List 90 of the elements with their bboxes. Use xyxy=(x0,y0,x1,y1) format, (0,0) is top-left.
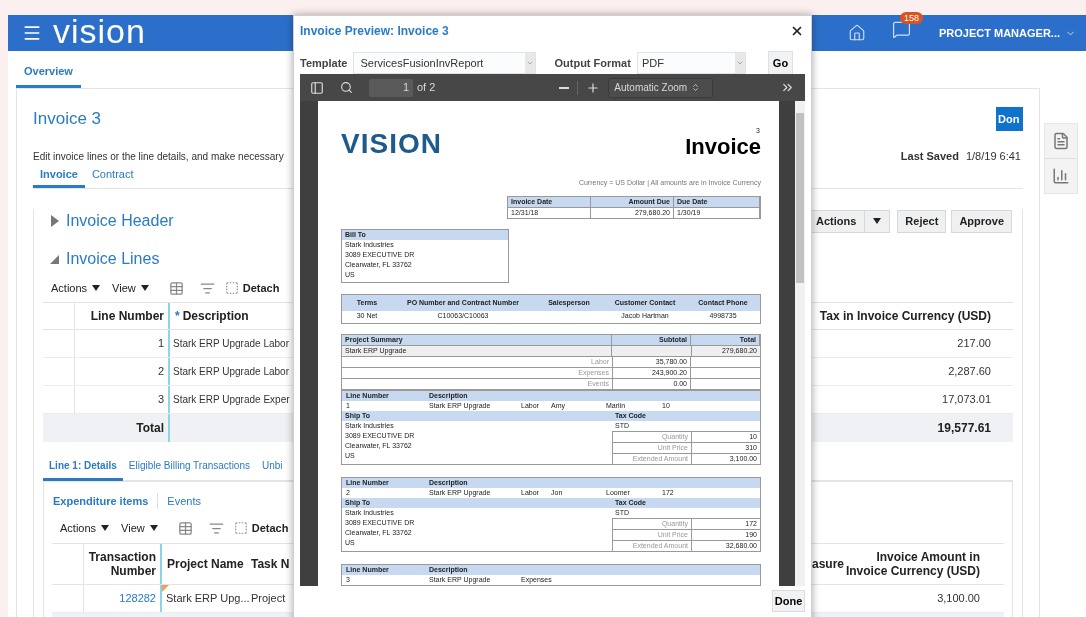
detach-icon xyxy=(233,521,248,535)
chevron-down-icon xyxy=(526,59,535,67)
table-cell-text: 3 xyxy=(156,392,165,408)
menu-button[interactable] xyxy=(22,23,42,43)
column-header: Project Name xyxy=(160,544,250,584)
detach-icon xyxy=(224,281,239,295)
filter-icon xyxy=(199,280,215,296)
format-select[interactable]: PDF xyxy=(636,52,746,74)
column-header: Transaction Number xyxy=(87,549,157,580)
menu-icon xyxy=(22,23,42,43)
zoom-select[interactable]: Automatic Zoom xyxy=(608,77,714,98)
search-button[interactable] xyxy=(340,81,353,94)
go-button[interactable]: Go xyxy=(768,51,793,75)
search-icon xyxy=(340,81,353,94)
tab[interactable]: Contract xyxy=(84,165,141,188)
page-count: of 2 xyxy=(417,80,436,96)
table-cell-text: 2 xyxy=(156,364,165,380)
table-icon xyxy=(168,280,184,296)
table-cell-text: 2,287.60 xyxy=(947,364,992,380)
instructions-text: Edit invoice lines or the line details, and make necessary xyxy=(33,149,284,164)
table-cell-text: 3,100.00 xyxy=(936,591,981,607)
total-value: 19,577.61 xyxy=(936,420,992,437)
table-cell-text: 217.00 xyxy=(956,336,992,352)
dialog-title: Invoice Preview: Invoice 3 xyxy=(300,23,449,40)
column-header: Line Number xyxy=(89,308,165,325)
home-icon xyxy=(848,24,866,42)
tab[interactable]: Line 1: Details xyxy=(43,458,123,481)
tab[interactable]: Eligible Billing Transactions xyxy=(122,458,256,481)
close-icon xyxy=(790,24,804,38)
tab[interactable]: Unbi xyxy=(256,458,289,481)
home-button[interactable] xyxy=(848,24,866,42)
tab[interactable]: Invoice xyxy=(33,165,85,188)
required-mark: * xyxy=(175,308,180,325)
notification-badge: 158 xyxy=(900,12,923,24)
section-title: Invoice Header xyxy=(66,211,174,231)
disclosure-triangle-icon[interactable] xyxy=(50,253,60,265)
field-label: Output Format xyxy=(554,55,631,71)
last-saved-value: 1/8/19 6:41 xyxy=(965,148,1021,164)
sidebar-toggle[interactable] xyxy=(310,80,324,95)
sidebar-icon xyxy=(310,80,324,95)
tab[interactable]: Overview xyxy=(16,62,81,88)
caret-icon xyxy=(149,525,158,531)
up-down-icon xyxy=(691,83,701,92)
actions-menu[interactable]: Actions xyxy=(52,519,118,537)
action-button[interactable]: Reject xyxy=(897,209,947,233)
tab[interactable]: Expenditure items xyxy=(52,492,150,510)
detach-button[interactable]: Detach xyxy=(224,279,280,297)
view-menu[interactable]: View xyxy=(108,279,153,297)
total-label: Total xyxy=(135,420,165,437)
table-cell-text: 17,073.01 xyxy=(941,392,992,408)
filter-icon xyxy=(208,520,224,536)
column-header: Invoice Amount in Invoice Currency (USD) xyxy=(844,549,981,580)
page-title: Invoice 3 xyxy=(33,108,102,131)
done-button[interactable]: Done xyxy=(772,590,805,612)
chevron-down-icon xyxy=(735,59,744,67)
minus-icon xyxy=(559,86,570,89)
bar-chart-icon xyxy=(1052,167,1070,185)
done-button[interactable]: Don xyxy=(996,107,1023,131)
document-title: Invoice xyxy=(685,134,761,160)
table-cell-text: Project xyxy=(251,591,286,607)
caret-icon xyxy=(140,285,149,291)
caret-icon xyxy=(873,218,882,224)
table-icon xyxy=(177,520,193,536)
page-number-field[interactable]: 1 xyxy=(369,78,413,97)
document-icon xyxy=(1052,132,1070,150)
caret-icon xyxy=(101,525,110,531)
app-logo: vision xyxy=(53,14,146,48)
column-header: Tax in Invoice Currency (USD) xyxy=(818,308,992,325)
document-logo: VISION xyxy=(341,130,442,158)
template-select[interactable]: ServicesFusionInvReport xyxy=(353,52,537,74)
column-header: asure xyxy=(810,556,844,573)
zoom-in-button[interactable] xyxy=(586,80,601,95)
user-menu[interactable]: PROJECT MANAGER... xyxy=(939,24,1076,42)
actions-menu[interactable]: Actions xyxy=(43,279,109,297)
action-button[interactable]: Approve xyxy=(951,209,1012,233)
disclosure-triangle-icon[interactable] xyxy=(50,215,60,227)
view-menu[interactable]: View xyxy=(117,519,162,537)
transaction-link[interactable]: 128282 xyxy=(84,585,160,612)
detach-button[interactable]: Detach xyxy=(233,519,289,537)
table-cell-text: 1 xyxy=(156,336,165,352)
tab[interactable]: Events xyxy=(157,492,202,510)
section-title: Invoice Lines xyxy=(66,249,160,269)
last-saved-label: Last Saved xyxy=(900,148,959,164)
notifications-button[interactable] xyxy=(892,20,911,39)
plus-icon xyxy=(586,80,601,95)
caret-icon xyxy=(92,285,101,291)
notification-icon xyxy=(892,20,911,39)
zoom-out-button[interactable] xyxy=(559,86,570,89)
column-header: Task N xyxy=(251,557,290,571)
field-label: Template xyxy=(300,55,348,71)
